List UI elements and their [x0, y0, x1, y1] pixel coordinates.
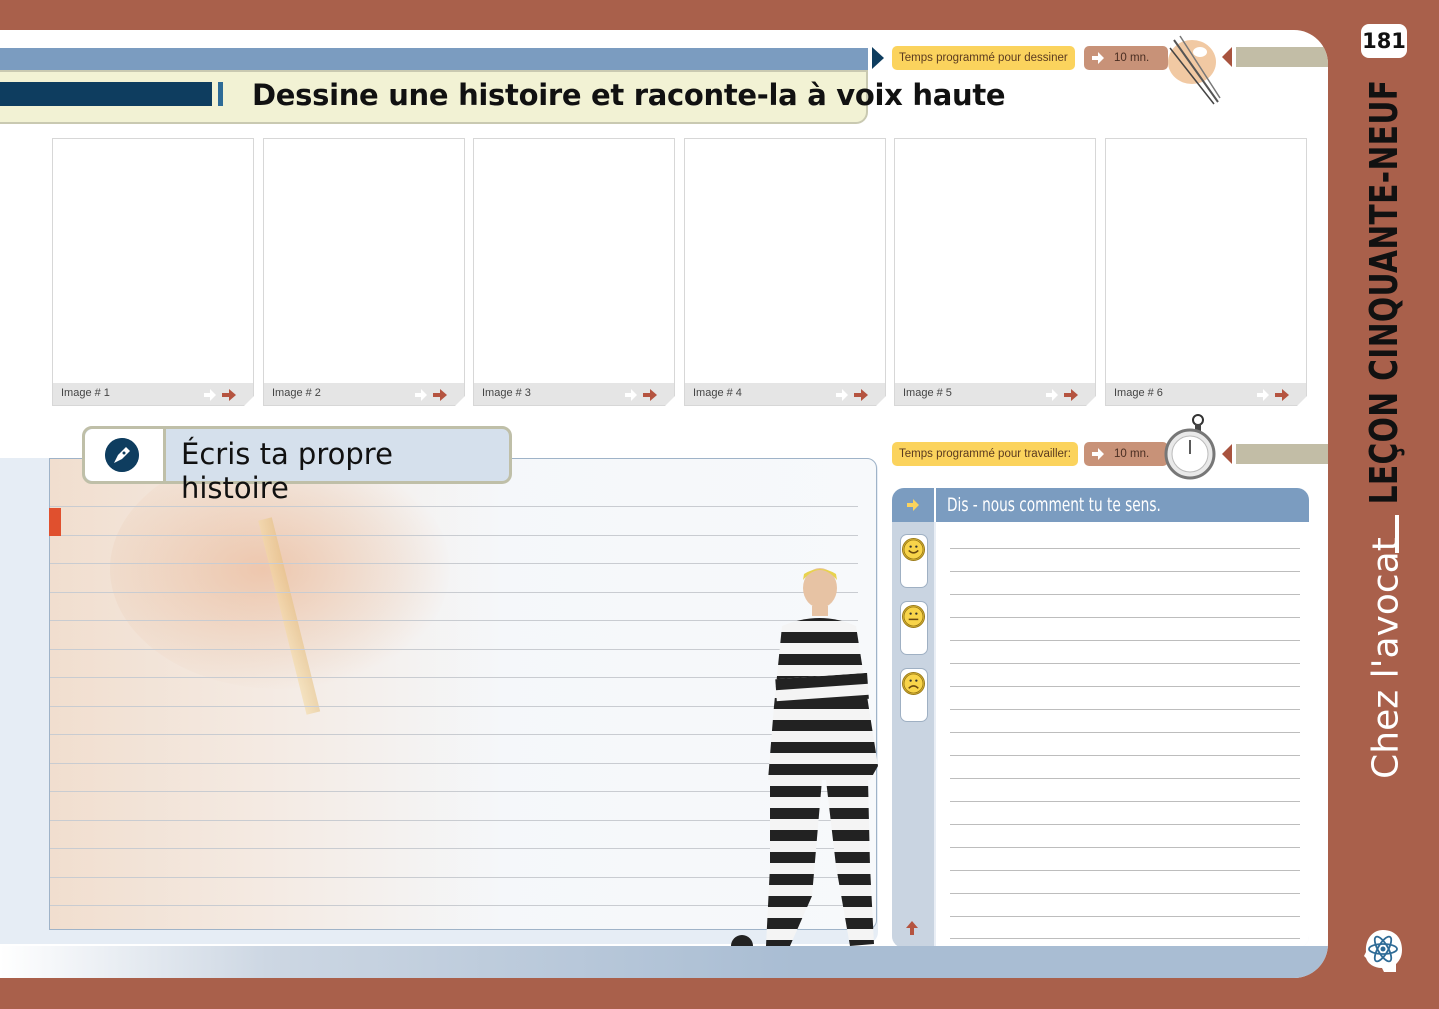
header-navy-bar — [0, 82, 212, 106]
frame-footer: Image # 5 — [895, 383, 1095, 405]
page-number: 181 — [1361, 24, 1407, 58]
bottom-band — [0, 946, 1328, 978]
drawing-frame-2[interactable]: Image # 2 — [263, 138, 466, 407]
arrow-right-icon — [1092, 52, 1104, 64]
double-arrow-icon — [836, 389, 868, 401]
double-arrow-icon — [415, 389, 447, 401]
work-timer-bar — [1236, 444, 1328, 464]
prisoner-figure-image — [731, 568, 888, 962]
red-marker-tab — [49, 508, 61, 536]
frame-label: Image # 2 — [272, 387, 321, 399]
stopwatch-icon — [1164, 414, 1216, 480]
header-arrow-icon — [872, 47, 884, 69]
drawing-frame-3[interactable]: Image # 3 — [473, 138, 676, 407]
frame-footer: Image # 6 — [1106, 383, 1306, 405]
neutral-face-checkbox[interactable] — [900, 601, 928, 655]
pen-icon — [105, 438, 139, 472]
sad-face-checkbox[interactable] — [900, 668, 928, 722]
drawing-frame-5[interactable]: Image # 5 — [894, 138, 1097, 407]
drawing-frame-1[interactable]: Image # 1 — [52, 138, 255, 407]
frame-label: Image # 1 — [61, 387, 110, 399]
happy-face-checkbox[interactable] — [900, 534, 928, 588]
work-timer-tip — [1222, 444, 1232, 464]
header-tick — [218, 82, 223, 106]
double-arrow-icon — [1257, 389, 1289, 401]
arrow-right-icon — [907, 499, 919, 511]
frame-label: Image # 3 — [482, 387, 531, 399]
frame-label: Image # 5 — [903, 387, 952, 399]
workbook-page: Dessine une histoire et raconte-la à voi… — [0, 30, 1328, 978]
drawing-timer-label: Temps programmé pour dessiner — [892, 46, 1075, 70]
sad-face-icon — [902, 672, 925, 695]
feelings-face-column — [892, 522, 934, 948]
drawing-timer-value: 10 mn. — [1084, 46, 1168, 70]
feelings-header: Dis - nous comment tu te sens. — [892, 488, 1309, 522]
drawing-timer-value-text: 10 mn. — [1114, 52, 1150, 64]
lesson-topic: Chez l'avocat — [1365, 537, 1407, 779]
drawing-timer-bar — [1236, 47, 1328, 67]
frame-label: Image # 4 — [693, 387, 742, 399]
header-blue-band — [0, 48, 868, 70]
work-timer-label: Temps programmé pour travailler: — [892, 442, 1078, 466]
drawing-frame-4[interactable]: Image # 4 — [684, 138, 887, 407]
arrow-up-icon — [906, 921, 918, 935]
happy-face-icon — [902, 538, 925, 561]
double-arrow-icon — [1046, 389, 1078, 401]
drawing-timer-tip — [1222, 47, 1232, 67]
palette-brushes-icon — [1168, 35, 1221, 105]
arrow-right-icon — [1092, 448, 1104, 460]
neutral-face-icon — [902, 605, 925, 628]
frame-footer: Image # 2 — [264, 383, 464, 405]
frame-footer: Image # 3 — [474, 383, 674, 405]
write-section-header: Écris ta propre histoire — [82, 426, 512, 505]
lesson-title: LEÇON CINQUANTE-NEUF — [1362, 79, 1406, 505]
double-arrow-icon — [204, 389, 236, 401]
double-arrow-icon — [625, 389, 657, 401]
feelings-lines[interactable] — [936, 522, 1309, 948]
feelings-title: Dis - nous comment tu te sens. — [947, 494, 1161, 516]
brain-atom-icon — [1364, 930, 1402, 972]
frame-footer: Image # 4 — [685, 383, 885, 405]
feelings-panel: Dis - nous comment tu te sens. — [892, 488, 1309, 948]
page-title: Dessine une histoire et raconte-la à voi… — [252, 78, 1006, 112]
frame-label: Image # 6 — [1114, 387, 1163, 399]
work-timer-value-text: 10 mn. — [1114, 448, 1150, 460]
drawing-frame-6[interactable]: Image # 6 — [1105, 138, 1308, 407]
frame-footer: Image # 1 — [53, 383, 253, 405]
write-section-title: Écris ta propre histoire — [181, 437, 393, 505]
work-timer-value: 10 mn. — [1084, 442, 1168, 466]
